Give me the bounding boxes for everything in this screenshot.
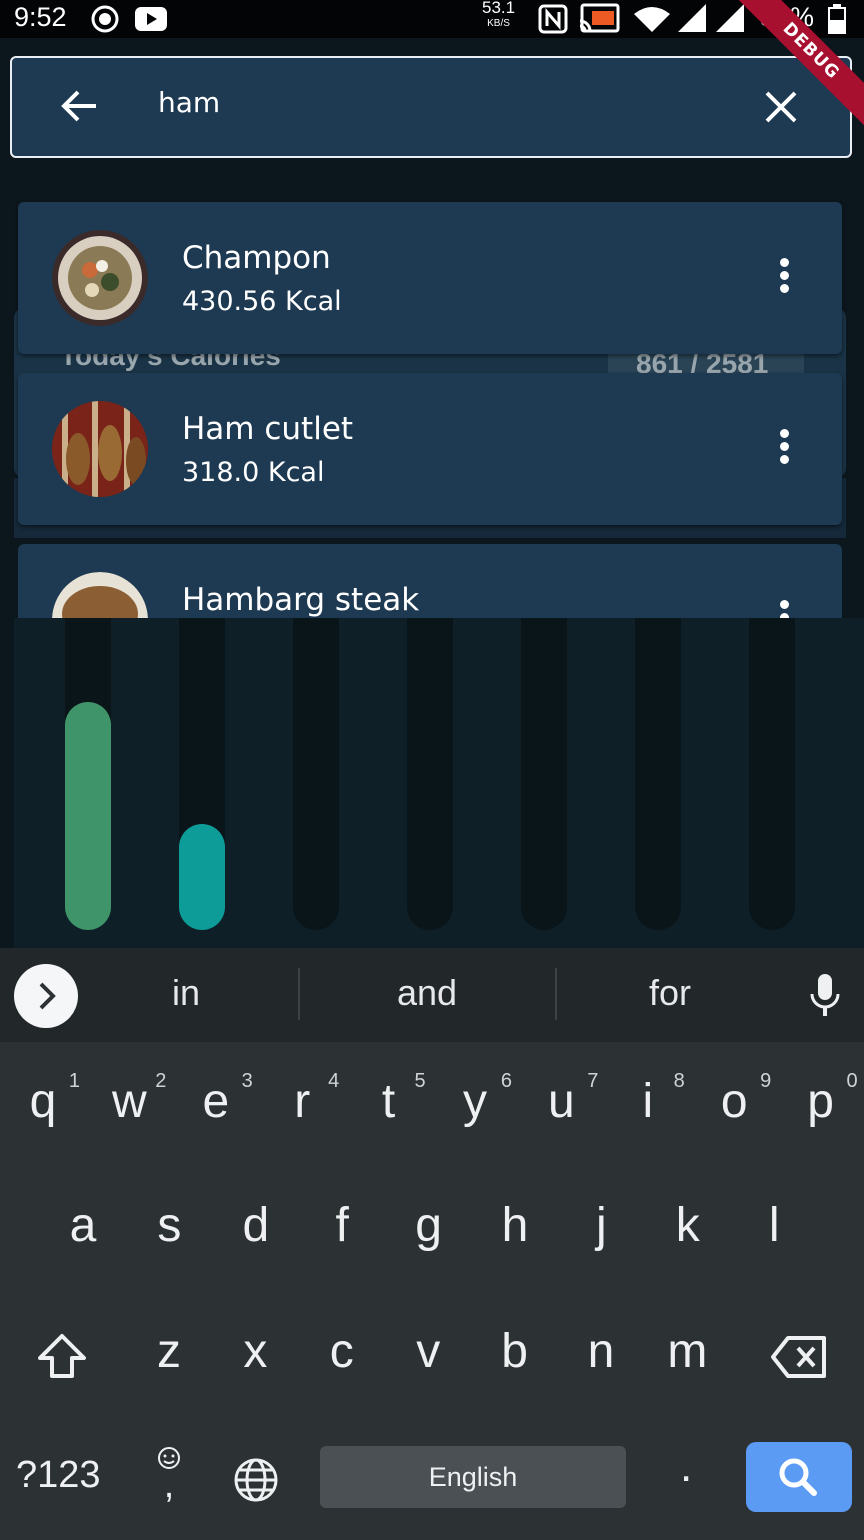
signal-icon bbox=[678, 4, 706, 32]
key-hint: 8 bbox=[673, 1070, 685, 1092]
status-time: 9:52 bbox=[14, 2, 67, 32]
key-a[interactable]: a bbox=[40, 1198, 126, 1253]
more-vert-icon[interactable] bbox=[774, 258, 794, 298]
more-vert-icon[interactable] bbox=[774, 600, 794, 618]
emoji-comma-key[interactable]: , bbox=[156, 1446, 182, 1504]
battery-icon bbox=[828, 4, 846, 34]
bar-track bbox=[293, 618, 339, 930]
key-v[interactable]: v bbox=[385, 1324, 471, 1379]
bar-track bbox=[65, 618, 111, 930]
bar-track bbox=[635, 618, 681, 930]
key-l[interactable]: l bbox=[731, 1198, 817, 1253]
bar-track bbox=[749, 618, 795, 930]
key-z[interactable]: z bbox=[126, 1324, 212, 1379]
key-f[interactable]: f bbox=[299, 1198, 385, 1253]
key-hint: 5 bbox=[414, 1070, 426, 1092]
key-y[interactable]: y6 bbox=[432, 1070, 518, 1129]
signal-icon-2 bbox=[716, 4, 744, 32]
key-hint: 7 bbox=[587, 1070, 599, 1092]
search-input[interactable]: ham bbox=[158, 86, 220, 119]
bar-track bbox=[407, 618, 453, 930]
keyboard: in and for ?123 , English . q 1 w 2 e 3 … bbox=[0, 948, 864, 1540]
more-vert-icon[interactable] bbox=[774, 429, 794, 469]
food-calories: 318.0 Kcal bbox=[182, 457, 325, 488]
key-m[interactable]: m bbox=[644, 1324, 730, 1379]
space-bar[interactable]: English bbox=[320, 1446, 626, 1508]
suggestion-3[interactable]: for bbox=[550, 972, 790, 1014]
key-c[interactable]: c bbox=[299, 1324, 385, 1379]
bar-track bbox=[521, 618, 567, 930]
key-q[interactable]: q1 bbox=[0, 1070, 86, 1129]
key-d[interactable]: d bbox=[213, 1198, 299, 1253]
wifi-icon bbox=[634, 7, 670, 32]
food-image bbox=[52, 401, 148, 497]
bar bbox=[179, 824, 225, 930]
shift-key[interactable] bbox=[36, 1332, 88, 1382]
key-b[interactable]: b bbox=[472, 1324, 558, 1379]
bar-track bbox=[179, 618, 225, 930]
food-image bbox=[52, 572, 148, 618]
key-hint: 1 bbox=[68, 1070, 80, 1092]
globe-icon[interactable] bbox=[232, 1456, 280, 1504]
food-name: Ham cutlet bbox=[182, 411, 354, 447]
key-w[interactable]: w2 bbox=[86, 1070, 172, 1129]
backspace-key[interactable] bbox=[770, 1334, 828, 1380]
symbols-key[interactable]: ?123 bbox=[16, 1454, 101, 1497]
food-name: Champon bbox=[182, 240, 331, 276]
food-calories: 430.56 Kcal bbox=[182, 286, 342, 317]
key-k[interactable]: k bbox=[645, 1198, 731, 1253]
key-p[interactable]: p0 bbox=[778, 1070, 864, 1129]
suggestion-2[interactable]: and bbox=[307, 972, 547, 1014]
close-icon[interactable] bbox=[764, 90, 798, 124]
nfc-icon bbox=[538, 4, 568, 34]
key-n[interactable]: n bbox=[558, 1324, 644, 1379]
key-x[interactable]: x bbox=[212, 1324, 298, 1379]
key-hint: 4 bbox=[328, 1070, 340, 1092]
record-icon bbox=[91, 5, 119, 33]
key-h[interactable]: h bbox=[472, 1198, 558, 1253]
key-g[interactable]: g bbox=[386, 1198, 472, 1253]
result-item-ham-cutlet[interactable]: Ham cutlet 318.0 Kcal bbox=[18, 373, 842, 525]
search-bar[interactable]: ham bbox=[10, 56, 852, 158]
cast-icon bbox=[579, 3, 620, 33]
key-u[interactable]: u7 bbox=[518, 1070, 604, 1129]
divider bbox=[298, 968, 300, 1020]
food-image bbox=[52, 230, 148, 326]
network-speed: 53.1 KB/S bbox=[482, 0, 516, 29]
key-o[interactable]: o9 bbox=[691, 1070, 777, 1129]
key-hint: 9 bbox=[760, 1070, 772, 1092]
key-hint: 0 bbox=[846, 1070, 858, 1092]
key-hint: 6 bbox=[500, 1070, 512, 1092]
key-hint: 3 bbox=[241, 1070, 253, 1092]
status-bar: 9:52 53.1KB/S 38% bbox=[0, 0, 864, 38]
arrow-left-icon[interactable] bbox=[60, 88, 100, 124]
period-key[interactable]: . bbox=[680, 1442, 692, 1492]
key-r[interactable]: r4 bbox=[259, 1070, 345, 1129]
search-submit-key[interactable] bbox=[746, 1442, 852, 1512]
key-i[interactable]: i8 bbox=[605, 1070, 691, 1129]
weekly-calories-chart bbox=[14, 618, 864, 948]
result-item-hambarg-steak[interactable]: Hambarg steak bbox=[18, 544, 842, 618]
key-s[interactable]: s bbox=[126, 1198, 212, 1253]
search-header: ham bbox=[0, 38, 864, 178]
key-j[interactable]: j bbox=[558, 1198, 644, 1253]
key-e[interactable]: e3 bbox=[173, 1070, 259, 1129]
key-t[interactable]: t5 bbox=[346, 1070, 432, 1129]
search-icon bbox=[779, 1458, 817, 1496]
suggestion-1[interactable]: in bbox=[66, 972, 306, 1014]
food-name: Hambarg steak bbox=[182, 582, 420, 618]
suggestion-bar: in and for bbox=[0, 948, 864, 1042]
key-hint: 2 bbox=[155, 1070, 167, 1092]
result-item-champon[interactable]: Champon 430.56 Kcal bbox=[18, 202, 842, 354]
bar bbox=[65, 702, 111, 930]
microphone-icon[interactable] bbox=[808, 972, 842, 1020]
youtube-icon bbox=[135, 7, 167, 31]
